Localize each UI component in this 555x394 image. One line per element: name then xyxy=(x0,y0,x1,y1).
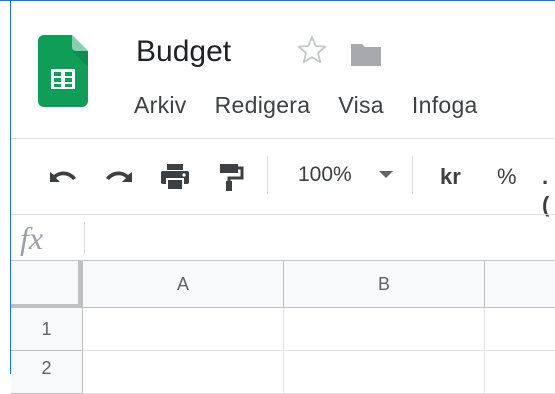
cell-c1[interactable] xyxy=(485,308,555,351)
cell-c2[interactable] xyxy=(485,351,555,394)
undo-icon[interactable] xyxy=(46,162,80,190)
menu-bar: Arkiv Redigera Visa Infoga xyxy=(134,88,506,122)
column-header-b[interactable]: B xyxy=(284,261,485,308)
chevron-down-icon[interactable] xyxy=(379,171,393,178)
row-header-2[interactable]: 2 xyxy=(11,351,83,394)
zoom-select[interactable]: 100% xyxy=(298,162,352,188)
toolbar-separator xyxy=(412,156,413,194)
cell-a1[interactable] xyxy=(83,308,284,351)
window-top-border xyxy=(0,0,555,1)
cell-b2[interactable] xyxy=(284,351,485,394)
toolbar-divider xyxy=(11,214,555,215)
fx-icon: fx xyxy=(20,220,44,256)
format-currency-button[interactable]: kr xyxy=(440,163,461,191)
toolbar-separator xyxy=(267,156,268,194)
toolbar xyxy=(11,139,555,215)
document-title[interactable]: Budget xyxy=(136,30,231,74)
row-header-1[interactable]: 1 xyxy=(11,308,83,351)
menu-item-arkiv[interactable]: Arkiv xyxy=(134,88,187,122)
print-icon[interactable] xyxy=(158,162,192,192)
menu-item-redigera[interactable]: Redigera xyxy=(215,88,311,122)
column-header-a[interactable]: A xyxy=(83,261,284,308)
paint-format-icon[interactable] xyxy=(214,162,244,192)
sheets-logo-icon[interactable] xyxy=(38,35,88,107)
star-outline-icon[interactable] xyxy=(296,34,328,66)
folder-icon[interactable] xyxy=(349,42,383,68)
menu-item-infoga[interactable]: Infoga xyxy=(412,88,478,122)
select-all-corner[interactable] xyxy=(11,261,83,308)
redo-icon[interactable] xyxy=(102,162,136,190)
format-percent-button[interactable]: % xyxy=(497,163,517,191)
formula-input[interactable] xyxy=(96,220,546,256)
formula-separator xyxy=(84,222,85,254)
cell-b1[interactable] xyxy=(284,308,485,351)
decrease-decimal-button[interactable]: .( xyxy=(542,163,555,219)
menu-item-visa[interactable]: Visa xyxy=(338,88,384,122)
cell-a2[interactable] xyxy=(83,351,284,394)
column-header-next[interactable] xyxy=(485,261,555,308)
